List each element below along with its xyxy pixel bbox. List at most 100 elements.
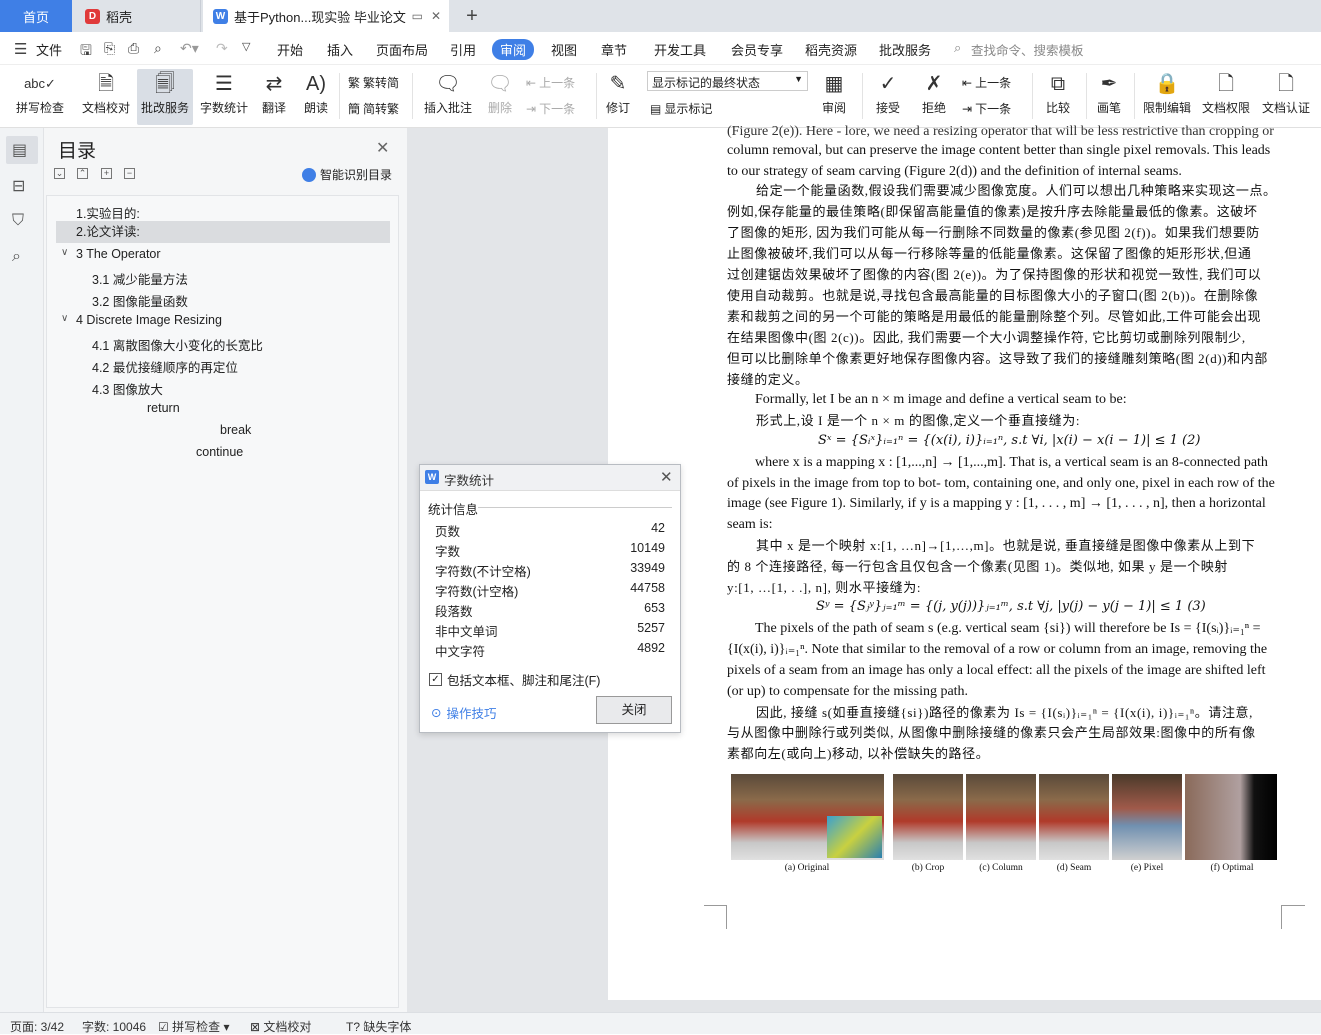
doc-line: 素和裁剪之间的另一个可能的策略是用最低的能量删除整个列。尽管如此,工件可能会出现 — [727, 309, 1262, 324]
toc-item[interactable]: 4.2 最优接缝顺序的再定位 — [92, 357, 238, 376]
spell-check-status[interactable]: ☑ 拼写检查 ▾ — [158, 1018, 229, 1035]
review-service-button[interactable]: 🗐 批改服务 — [137, 69, 193, 125]
menu-file[interactable]: 文件 — [36, 40, 62, 59]
proof-status[interactable]: ⊠ 文档校对 — [250, 1018, 311, 1035]
menu-start[interactable]: 开始 — [277, 40, 303, 59]
smart-toc-button[interactable]: 智能识别目录 — [302, 166, 392, 183]
doc-line: 过创建锯齿效果破坏了图像的内容(图 2(e))。为了保持图像的形状和视觉一致性,… — [727, 267, 1262, 282]
toc-item[interactable]: 3.2 图像能量函数 — [92, 291, 188, 310]
doc-cert-button[interactable]: 🗋 文档认证 — [1258, 69, 1314, 125]
more-icon[interactable]: ▽ — [242, 40, 250, 53]
menu-reference[interactable]: 引用 — [450, 40, 476, 59]
menu-daoke-res[interactable]: 稻壳资源 — [805, 40, 857, 59]
wordcount-button[interactable]: ☰ 字数统计 — [196, 69, 252, 125]
read-button[interactable]: A) 朗读 — [300, 69, 332, 125]
preview-icon[interactable]: ⌕ — [154, 40, 162, 57]
toc-item-selected[interactable]: 2.论文详读: — [56, 221, 390, 243]
read-label: 朗读 — [303, 101, 328, 115]
close-button[interactable]: 关闭 — [596, 696, 672, 724]
tab-document[interactable]: W 基于Python...现实验 毕业论文 ▭ ✕ — [203, 0, 449, 32]
dialog-titlebar[interactable]: W 字数统计 ✕ — [420, 465, 680, 491]
review-pane-button[interactable]: ▦ 审阅 — [816, 69, 852, 125]
chevron-down-icon[interactable]: ∨ — [61, 313, 68, 324]
toc-item[interactable]: 3 The Operator — [76, 247, 161, 261]
toc-item[interactable]: 1.实验目的: — [76, 203, 140, 222]
menu-review[interactable]: 审阅 — [492, 39, 535, 60]
reject-button[interactable]: ✗ 拒绝 — [916, 69, 952, 125]
new-tab-button[interactable]: + — [458, 0, 486, 32]
export-icon[interactable]: ⎘ — [104, 40, 115, 57]
menu-review-service[interactable]: 批改服务 — [879, 40, 931, 59]
ink-button[interactable]: ✒ 画笔 — [1092, 69, 1126, 125]
chevron-down-icon[interactable]: ∨ — [61, 247, 68, 258]
spell-check-button[interactable]: abc✓ 拼写检查 — [10, 69, 70, 125]
close-icon[interactable]: ✕ — [376, 138, 389, 158]
translate-button[interactable]: ⇄ 翻译 — [256, 69, 292, 125]
trad-to-simp-button[interactable]: 繁繁转简 — [348, 74, 399, 91]
document-page[interactable]: (Figure 2(e)). Here - lore, we need a re… — [608, 124, 1321, 1000]
menu-dev[interactable]: 开发工具 — [654, 40, 706, 59]
bookmark-icon[interactable]: ⛉ — [12, 212, 24, 230]
equation-2: Sˣ = {Sᵢˣ}ᵢ₌₁ⁿ = {(x(i), i)}ᵢ₌₁ⁿ, s.t ∀i… — [818, 433, 1201, 448]
show-markup-button[interactable]: ▤ 显示标记 — [650, 100, 712, 117]
toc-item[interactable]: 4.3 图像放大 — [92, 379, 163, 398]
menu-view[interactable]: 视图 — [551, 40, 577, 59]
toc-item[interactable]: 4.1 离散图像大小变化的长宽比 — [92, 335, 263, 354]
writer-icon: W — [425, 470, 439, 484]
toc-icon[interactable]: ▤ — [12, 140, 27, 160]
missing-font-status[interactable]: T? 缺失字体 — [346, 1018, 411, 1035]
proof-label: 文档校对 — [81, 101, 130, 115]
expand-all-icon[interactable]: ⌃ — [77, 168, 88, 179]
hamburger-icon[interactable]: ☰ — [14, 40, 27, 58]
toc-item[interactable]: continue — [196, 445, 243, 459]
word-count-indicator[interactable]: 字数: 10046 — [82, 1018, 146, 1035]
next-comment-button[interactable]: ⇥ 下一条 — [526, 100, 575, 117]
close-icon[interactable]: ✕ — [431, 9, 441, 23]
save-icon[interactable]: 🖫 — [80, 40, 92, 64]
figure-image-crop — [893, 774, 963, 860]
toc-item[interactable]: 4 Discrete Image Resizing — [76, 313, 222, 327]
collapse-all-icon[interactable]: ⌄ — [54, 168, 65, 179]
toc-item[interactable]: break — [220, 423, 251, 437]
tab-home[interactable]: 首页 — [0, 0, 72, 32]
window-icon[interactable]: ▭ — [412, 9, 423, 23]
caption-seam: (d) Seam — [1056, 863, 1092, 873]
restrict-edit-button[interactable]: 🔒 限制编辑 — [1140, 69, 1194, 125]
redo-icon[interactable]: ↷ — [216, 40, 228, 57]
proof-button[interactable]: 🗎 文档校对 — [78, 69, 134, 125]
simp-to-trad-button[interactable]: 簡简转繁 — [348, 100, 399, 117]
doc-line: Formally, let I be an n × m image and de… — [755, 392, 1127, 407]
close-icon[interactable]: ✕ — [660, 468, 673, 486]
insert-comment-button[interactable]: 🗨 插入批注 — [420, 69, 476, 125]
menu-member[interactable]: 会员专享 — [731, 40, 783, 59]
remove-heading-icon[interactable]: − — [124, 168, 135, 179]
menu-chapter[interactable]: 章节 — [601, 40, 627, 59]
prev-comment-button[interactable]: ⇤ 上一条 — [526, 74, 575, 91]
doc-permission-button[interactable]: 🗋 文档权限 — [1199, 69, 1253, 125]
undo-icon[interactable]: ↶▾ — [180, 40, 199, 57]
next-change-button[interactable]: ⇥ 下一条 — [962, 100, 1011, 117]
wordcount-icon: ☰ — [215, 73, 233, 95]
command-search[interactable]: 查找命令、搜索模板 — [971, 40, 1084, 59]
print-icon[interactable]: ⎙ — [128, 40, 139, 57]
delete-comment-button[interactable]: 🗨 删除 — [480, 69, 520, 125]
menu-insert[interactable]: 插入 — [327, 40, 353, 59]
doc-line: 的 8 个连接路径, 每一行包含且仅包含一个像素(见图 1)。类似地, 如果 y… — [727, 559, 1229, 574]
search-icon[interactable]: ⌕ — [12, 248, 21, 266]
include-footnotes-checkbox[interactable]: ✓ 包括文本框、脚注和尾注(F) — [429, 670, 600, 689]
reject-icon: ✗ — [925, 73, 943, 95]
markup-state-select[interactable]: 显示标记的最终状态 ▼ — [647, 71, 808, 91]
trad-to-simp-label: 繁转简 — [363, 76, 400, 90]
compare-button[interactable]: ⧉ 比较 — [1040, 69, 1076, 125]
toc-item[interactable]: 3.1 减少能量方法 — [92, 269, 188, 288]
revise-button[interactable]: ✎ 修订 — [600, 69, 636, 125]
toc-item[interactable]: return — [147, 401, 180, 415]
tab-daoke[interactable]: D 稻壳 — [73, 0, 201, 32]
page-indicator[interactable]: 页面: 3/42 — [10, 1018, 64, 1035]
add-heading-icon[interactable]: + — [101, 168, 112, 179]
outline-icon[interactable]: ⊟ — [12, 176, 25, 196]
tips-link[interactable]: ⊙ 操作技巧 — [431, 703, 497, 722]
menu-layout[interactable]: 页面布局 — [376, 40, 428, 59]
accept-button[interactable]: ✓ 接受 — [870, 69, 906, 125]
prev-change-button[interactable]: ⇤ 上一条 — [962, 74, 1011, 91]
